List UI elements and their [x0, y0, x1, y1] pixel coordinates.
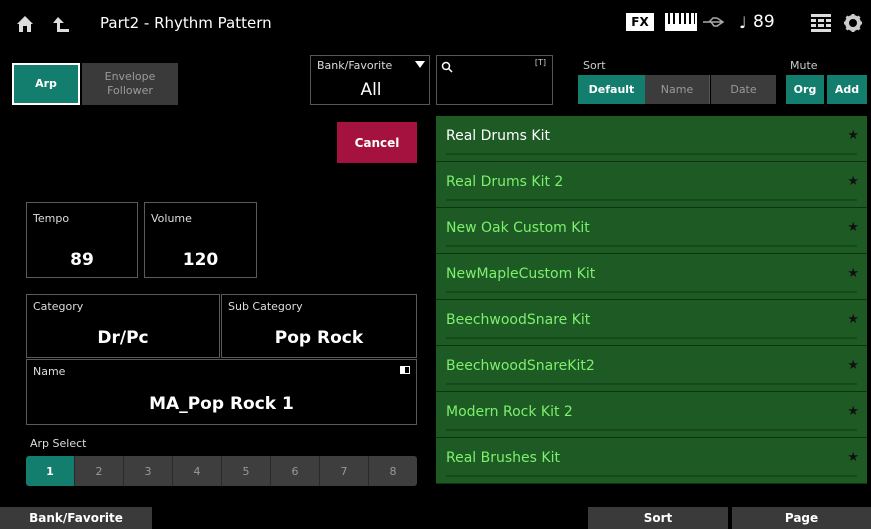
name-value: MA_Pop Rock 1 — [149, 394, 294, 414]
arp-select-8[interactable]: 8 — [369, 456, 417, 486]
volume-panel[interactable]: Volume 120 — [144, 202, 257, 278]
tempo-value: 89 — [70, 250, 94, 270]
favorite-star-icon[interactable]: ★ — [847, 174, 859, 189]
arp-select-7[interactable]: 7 — [320, 456, 369, 486]
list-item-label: Real Drums Kit 2 — [446, 174, 564, 190]
list-item[interactable]: Real Drums Kit ★ — [436, 116, 867, 162]
list-item-divider — [446, 475, 857, 477]
list-item[interactable]: BeechwoodSnare Kit ★ — [436, 300, 867, 346]
mute-add-button[interactable]: Add — [827, 75, 867, 104]
favorite-star-icon[interactable]: ★ — [847, 128, 859, 143]
usb-icon — [700, 14, 728, 30]
search-keyboard-hint: [T] — [534, 58, 546, 67]
favorite-star-icon[interactable]: ★ — [847, 404, 859, 419]
name-label: Name — [33, 365, 66, 378]
list-item-label: Real Brushes Kit — [446, 450, 560, 466]
category-value: Dr/Pc — [97, 328, 149, 348]
list-item-label: Real Drums Kit — [446, 128, 550, 144]
volume-value: 120 — [182, 250, 219, 270]
list-item-label: Modern Rock Kit 2 — [446, 404, 573, 420]
arp-select-1[interactable]: 1 — [26, 456, 75, 486]
arp-select-6[interactable]: 6 — [271, 456, 320, 486]
arp-select-5[interactable]: 5 — [222, 456, 271, 486]
sort-button[interactable]: Sort — [588, 507, 728, 529]
name-panel[interactable]: Name MA_Pop Rock 1 — [26, 359, 417, 425]
home-icon[interactable] — [14, 13, 36, 35]
favorite-star-icon[interactable]: ★ — [847, 358, 859, 373]
bank-favorite-value: All — [360, 80, 382, 100]
arp-select-bar: 1 2 3 4 5 6 7 8 — [26, 456, 417, 486]
keyboard-icon — [664, 12, 698, 32]
page-button[interactable]: Page — [732, 507, 871, 529]
sort-date-button[interactable]: Date — [711, 75, 776, 104]
back-arrow-icon[interactable] — [50, 13, 72, 35]
arp-select-4[interactable]: 4 — [173, 456, 222, 486]
favorite-star-icon[interactable]: ★ — [847, 312, 859, 327]
favorite-star-icon[interactable]: ★ — [847, 220, 859, 235]
list-item-divider — [446, 383, 857, 385]
search-box[interactable]: [T] — [436, 55, 553, 105]
edit-name-icon — [400, 366, 410, 374]
settings-gear-icon[interactable] — [842, 12, 864, 34]
follower-label: Follower — [107, 84, 153, 97]
arp-select-label: Arp Select — [30, 437, 87, 450]
mute-org-button[interactable]: Org — [786, 75, 824, 104]
bank-favorite-label: Bank/Favorite — [317, 59, 393, 72]
list-item-label: BeechwoodSnareKit2 — [446, 358, 595, 374]
category-panel[interactable]: Category Dr/Pc — [26, 294, 220, 358]
envelope-follower-button[interactable]: Envelope Follower — [82, 63, 178, 105]
arp-select-2[interactable]: 2 — [75, 456, 124, 486]
bank-favorite-selector[interactable]: Bank/Favorite All — [310, 55, 430, 105]
sort-name-button[interactable]: Name — [645, 75, 710, 104]
list-item[interactable]: BeechwoodSnareKit2 ★ — [436, 346, 867, 392]
list-item[interactable]: Real Brushes Kit ★ — [436, 438, 867, 484]
subcategory-panel[interactable]: Sub Category Pop Rock — [221, 294, 417, 358]
grid-icon[interactable] — [810, 13, 832, 33]
fx-label: FX — [631, 15, 649, 29]
subcategory-value: Pop Rock — [274, 328, 364, 348]
list-item[interactable]: New Oak Custom Kit ★ — [436, 208, 867, 254]
bank-favorite-button[interactable]: Bank/Favorite — [0, 507, 152, 529]
mute-label: Mute — [790, 59, 818, 72]
list-item[interactable]: Real Drums Kit 2 ★ — [436, 162, 867, 208]
list-item-label: New Oak Custom Kit — [446, 220, 590, 236]
category-label: Category — [33, 300, 84, 313]
list-item-divider — [446, 337, 857, 339]
tempo-label: Tempo — [33, 212, 70, 225]
list-item-divider — [446, 199, 857, 201]
arp-label: Arp — [35, 77, 57, 90]
list-item-divider — [446, 429, 857, 431]
list-item[interactable]: NewMapleCustom Kit ★ — [436, 254, 867, 300]
list-item[interactable]: Modern Rock Kit 2 ★ — [436, 392, 867, 438]
list-item-divider — [446, 245, 857, 247]
arp-select-3[interactable]: 3 — [124, 456, 173, 486]
cancel-button[interactable]: Cancel — [337, 122, 417, 163]
subcategory-label: Sub Category — [228, 300, 303, 313]
sort-label: Sort — [583, 59, 606, 72]
sort-default-button[interactable]: Default — [578, 75, 645, 104]
envelope-label: Envelope — [104, 70, 156, 83]
list-item-label: BeechwoodSnare Kit — [446, 312, 591, 328]
fx-indicator[interactable]: FX — [626, 13, 654, 31]
arp-button[interactable]: Arp — [12, 63, 80, 105]
tempo-note-icon: ♩ — [739, 13, 747, 32]
search-icon — [441, 58, 453, 77]
pattern-list: Real Drums Kit ★ Real Drums Kit 2 ★ New … — [436, 116, 867, 488]
dropdown-triangle-icon — [415, 61, 425, 68]
list-item-divider — [446, 291, 857, 293]
favorite-star-icon[interactable]: ★ — [847, 266, 859, 281]
list-item-divider — [446, 153, 857, 155]
list-item-label: NewMapleCustom Kit — [446, 266, 596, 282]
favorite-star-icon[interactable]: ★ — [847, 450, 859, 465]
volume-label: Volume — [151, 212, 192, 225]
page-title: Part2 - Rhythm Pattern — [100, 14, 272, 32]
tempo-panel[interactable]: Tempo 89 — [26, 202, 138, 278]
tempo-display[interactable]: 89 — [753, 12, 775, 32]
